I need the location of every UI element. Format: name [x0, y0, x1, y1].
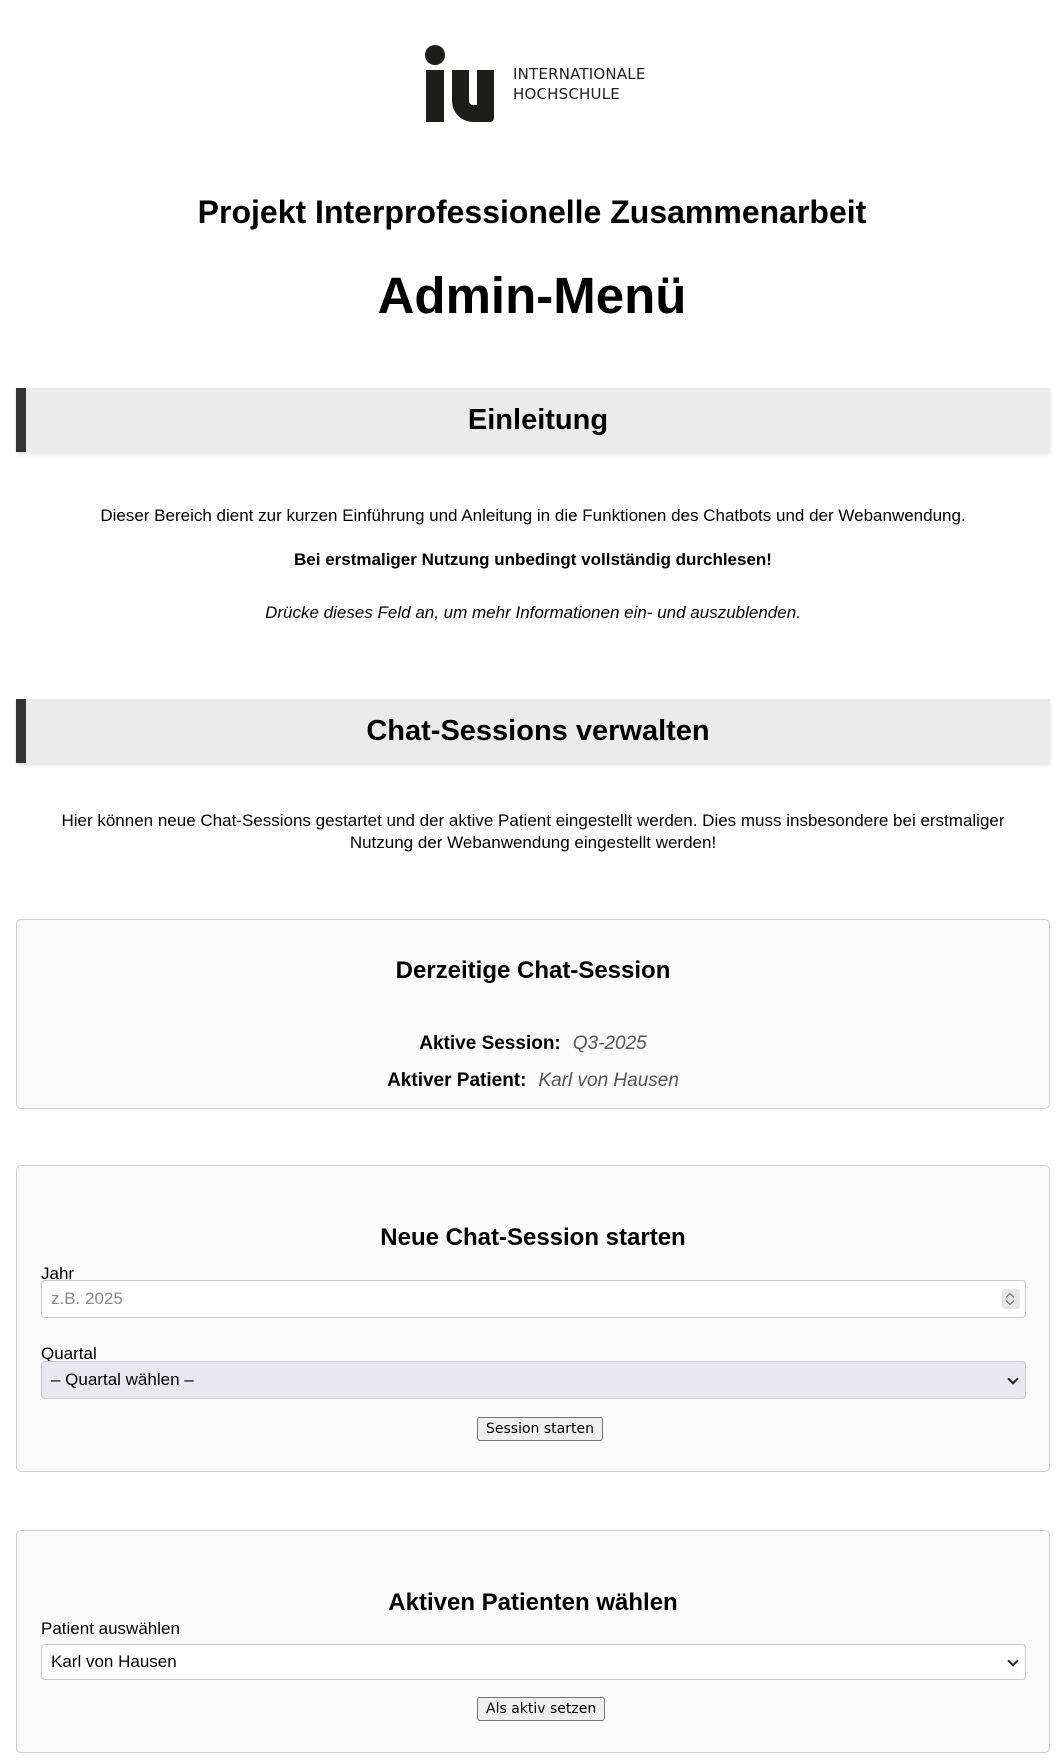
active-session-value: Q3-2025	[572, 1033, 647, 1054]
new-session-card: Neue Chat-Session starten Jahr Quartal –…	[16, 1165, 1050, 1472]
set-active-patient-button[interactable]: Als aktiv setzen	[477, 1697, 606, 1721]
iu-logo-mark	[424, 44, 500, 124]
logo-wordmark: INTERNATIONALE HOCHSCHULE	[513, 64, 646, 104]
year-input[interactable]	[41, 1280, 1026, 1318]
project-title: Projekt Interprofessionelle Zusammenarbe…	[197, 194, 867, 230]
active-patient-row: Aktiver Patient: Karl von Hausen	[17, 1069, 1049, 1093]
section-heading-intro: Einleitung	[467, 404, 609, 436]
active-patient-label: Aktiver Patient:	[387, 1070, 527, 1091]
section-header-intro[interactable]: Einleitung	[16, 388, 1050, 452]
logo-line-2: HOCHSCHULE	[513, 85, 620, 103]
quarter-select-value: – Quartal wählen –	[51, 1370, 194, 1389]
year-spinner-icon[interactable]	[1002, 1289, 1020, 1309]
page-title: Admin-Menü	[377, 267, 687, 324]
iu-logo: INTERNATIONALE HOCHSCHULE	[424, 44, 646, 124]
patient-select-card: Aktiven Patienten wählen Patient auswähl…	[16, 1530, 1050, 1753]
current-session-card: Derzeitige Chat-Session Aktive Session: Q…	[16, 919, 1050, 1109]
logo-stem	[426, 70, 444, 122]
logo-dot	[425, 45, 445, 65]
new-session-title: Neue Chat-Session starten	[380, 1224, 686, 1251]
quarter-select[interactable]: – Quartal wählen –	[41, 1361, 1026, 1399]
intro-warning: Bei erstmaliger Nutzung unbedingt vollst…	[294, 550, 772, 569]
chevron-down-icon	[1007, 1373, 1019, 1385]
patient-select-label: Patient auswählen	[41, 1619, 180, 1638]
start-session-button[interactable]: Session starten	[477, 1417, 603, 1441]
section-heading-chat-sessions: Chat-Sessions verwalten	[366, 715, 710, 747]
patient-select-title: Aktiven Patienten wählen	[388, 1589, 678, 1616]
patient-select[interactable]: Karl von Hausen	[41, 1644, 1026, 1680]
section-header-chat-sessions[interactable]: Chat-Sessions verwalten	[16, 699, 1050, 763]
intro-toggle-hint[interactable]: Drücke dieses Feld an, um mehr Informati…	[16, 602, 1050, 624]
chevron-down-icon	[1007, 1655, 1019, 1667]
active-session-row: Aktive Session: Q3-2025	[17, 1032, 1049, 1056]
chat-sessions-text: Hier können neue Chat-Sessions gestartet…	[61, 811, 1005, 852]
logo-u	[452, 70, 494, 122]
active-session-label: Aktive Session:	[419, 1033, 561, 1054]
logo-line-1: INTERNATIONALE	[513, 65, 646, 83]
current-session-title: Derzeitige Chat-Session	[395, 957, 671, 984]
intro-text: Dieser Bereich dient zur kurzen Einführu…	[100, 506, 966, 525]
active-patient-value: Karl von Hausen	[538, 1070, 679, 1091]
patient-select-value: Karl von Hausen	[51, 1652, 177, 1671]
